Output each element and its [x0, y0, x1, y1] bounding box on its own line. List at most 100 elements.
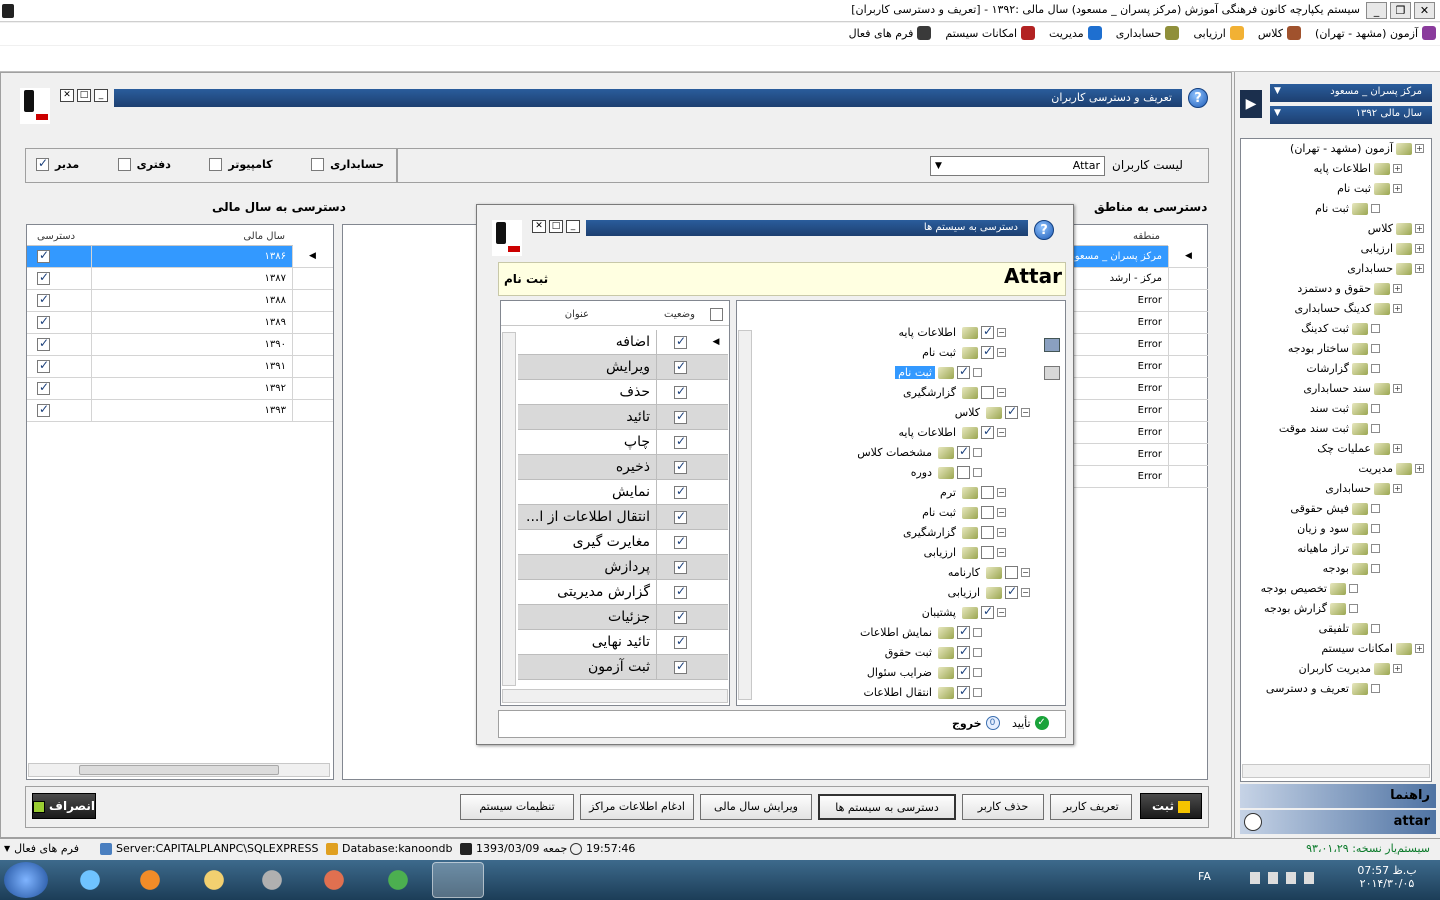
form-maximize-button[interactable]: □ [77, 89, 91, 102]
fiscal-row[interactable]: ۱۳۸۷ [27, 268, 333, 290]
fiscal-access-cell[interactable] [27, 378, 92, 399]
start-button[interactable] [4, 862, 48, 898]
region-row[interactable]: Error [1074, 378, 1208, 400]
permission-check[interactable] [674, 484, 687, 499]
sidebar-tree-node[interactable]: تعریف و دسترسی [1266, 682, 1380, 695]
sidebar-tree-node[interactable]: + ثبت نام [1337, 182, 1402, 195]
expand-icon[interactable]: + [1415, 224, 1424, 233]
print-icon[interactable] [1044, 338, 1060, 352]
expand-icon[interactable] [973, 648, 982, 657]
node-check[interactable] [981, 486, 994, 499]
tree-vscrollbar[interactable] [738, 330, 752, 700]
permission-check[interactable] [674, 634, 687, 649]
role-checkbox-3[interactable]: مدیر [36, 156, 79, 171]
expand-icon[interactable]: − [997, 508, 1006, 517]
node-check[interactable] [957, 624, 970, 639]
sidebar-tree-node[interactable]: + سند حسابداری [1303, 382, 1402, 395]
permission-check[interactable] [674, 409, 687, 424]
dialog-close-button[interactable]: ✕ [532, 220, 546, 233]
expand-icon[interactable] [1371, 344, 1380, 353]
access-tree-node[interactable]: − ارزیابی [945, 584, 1030, 599]
node-check[interactable] [981, 424, 994, 439]
expand-icon[interactable]: − [997, 488, 1006, 497]
expand-icon[interactable]: + [1415, 144, 1424, 153]
sidebar-tree-node[interactable]: فیش حقوقی [1290, 502, 1380, 515]
confirm-button[interactable]: ✓ تأیید [1012, 716, 1049, 730]
access-tree-node[interactable]: ثبت نام [895, 364, 982, 379]
fiscal-access-check[interactable] [37, 270, 50, 285]
fiscal-access-check[interactable] [37, 358, 50, 373]
permission-row[interactable]: تائید نهایی [518, 630, 728, 655]
access-tree-node[interactable]: − اطلاعات پایه [895, 424, 1006, 439]
merge-centers-button[interactable]: ادغام اطلاعات مراکز [580, 794, 694, 820]
sidebar-tree-node[interactable]: بودجه [1323, 562, 1380, 575]
node-check[interactable] [981, 386, 994, 399]
sidebar-tree-node[interactable]: ساختار بودجه [1288, 342, 1380, 355]
access-tree-node[interactable]: نمایش اطلاعات [857, 624, 982, 639]
fiscal-row[interactable]: ۱۳۸۹ [27, 312, 333, 334]
permission-row[interactable]: نمایش [518, 480, 728, 505]
sidebar-tree-node[interactable]: + حقوق و دستمزد [1297, 282, 1402, 295]
fiscal-access-check[interactable] [37, 314, 50, 329]
permission-check[interactable] [674, 359, 687, 374]
taskbar-lang[interactable]: FA [1198, 870, 1211, 883]
expand-icon[interactable] [1371, 404, 1380, 413]
sidebar-tree-node[interactable]: ثبت نام [1315, 202, 1380, 215]
fiscal-year-selector[interactable]: سال مالی ۱۳۹۲ ▼ [1270, 106, 1432, 124]
permission-check[interactable] [674, 334, 687, 349]
sidebar-tree-node[interactable]: + کلاس [1368, 222, 1424, 235]
fiscal-scrollbar[interactable] [28, 763, 330, 777]
chrome-taskbar-icon[interactable] [372, 862, 424, 898]
node-check[interactable] [1005, 584, 1018, 599]
permission-status-cell[interactable] [656, 555, 704, 579]
region-row[interactable]: Error [1074, 334, 1208, 356]
permission-status-cell[interactable] [656, 455, 704, 479]
expand-icon[interactable]: − [997, 328, 1006, 337]
permission-check[interactable] [674, 509, 687, 524]
permission-row[interactable]: مغایرت گیری [518, 530, 728, 555]
expand-icon[interactable]: + [1393, 184, 1402, 193]
volume-icon[interactable] [1304, 872, 1314, 884]
access-tree-node[interactable]: − ترم [937, 486, 1006, 499]
permission-row[interactable]: ثبت آزمون [518, 655, 728, 680]
center-selector[interactable]: مرکز پسران _ مسعود ▼ [1270, 84, 1432, 102]
region-row[interactable]: Error [1074, 466, 1208, 488]
permission-status-cell[interactable] [656, 505, 704, 529]
expand-icon[interactable]: + [1393, 444, 1402, 453]
flag-icon[interactable] [1250, 872, 1260, 884]
exit-button[interactable]: 0 خروج [952, 716, 1000, 730]
expand-icon[interactable] [1371, 324, 1380, 333]
node-check[interactable] [981, 604, 994, 619]
role-checkbox-0[interactable]: حسابداری [311, 158, 384, 171]
copy-icon[interactable] [1044, 366, 1060, 380]
fiscal-row[interactable]: ۱۳۹۳ [27, 400, 333, 422]
fiscal-access-check[interactable] [37, 336, 50, 351]
node-check[interactable] [981, 506, 994, 519]
expand-icon[interactable]: + [1415, 244, 1424, 253]
role-check[interactable] [36, 156, 50, 171]
kanoon-taskbar-icon[interactable] [432, 862, 484, 898]
permission-check[interactable] [674, 559, 687, 574]
sidebar-tree-node[interactable]: ثبت سند [1310, 402, 1380, 415]
sidebar-tree-node[interactable]: گزارشات [1306, 362, 1380, 375]
sidebar-tree-node[interactable]: + مدیریت [1358, 462, 1424, 475]
permission-check[interactable] [674, 584, 687, 599]
dialog-minimize-button[interactable]: _ [566, 220, 580, 233]
fiscal-access-check[interactable] [37, 292, 50, 307]
expand-icon[interactable]: + [1393, 484, 1402, 493]
fiscal-row[interactable]: ۱۳۸۶◀ [27, 246, 333, 268]
permission-status-cell[interactable] [656, 630, 704, 654]
expand-icon[interactable] [1371, 624, 1380, 633]
sidebar-tree-node[interactable]: ثبت کدینگ [1301, 322, 1380, 335]
fiscal-access-cell[interactable] [27, 400, 92, 421]
firefox-taskbar-icon[interactable] [124, 862, 176, 898]
region-row[interactable]: Error [1074, 290, 1208, 312]
access-tree-node[interactable]: دوره [908, 466, 982, 479]
network-icon[interactable] [1286, 872, 1296, 884]
expand-icon[interactable]: + [1393, 304, 1402, 313]
permission-status-cell[interactable] [656, 355, 704, 379]
permission-status-cell[interactable] [656, 330, 704, 354]
region-row[interactable]: مرکز - ارشد [1074, 268, 1208, 290]
permission-status-cell[interactable] [656, 530, 704, 554]
expand-icon[interactable] [1371, 204, 1380, 213]
